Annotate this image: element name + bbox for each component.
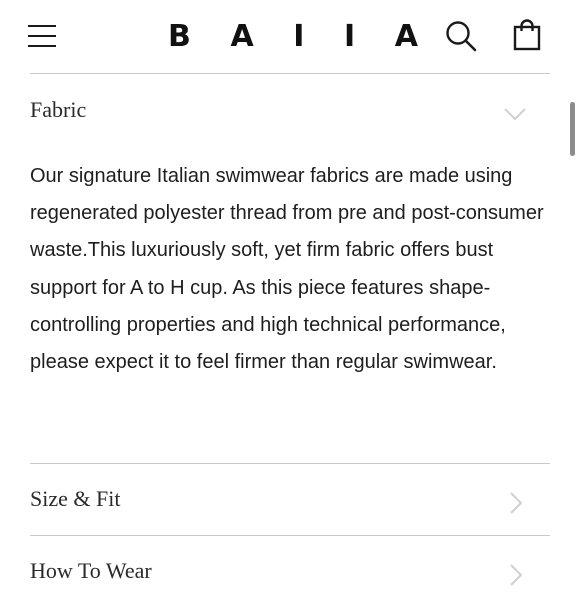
accordion-title-fabric[interactable]: Fabric <box>30 96 86 124</box>
logo-letter: A <box>230 19 254 54</box>
chevron-up-icon[interactable] <box>502 101 528 127</box>
logo-letter: B <box>168 19 191 54</box>
chevron-right-icon[interactable] <box>504 562 530 588</box>
fabric-description: Our signature Italian swimwear fabrics a… <box>30 165 544 374</box>
logo-letter: I <box>344 19 356 54</box>
chevron-right-icon[interactable] <box>504 490 530 516</box>
brand-logo[interactable]: B A I I A <box>168 19 418 55</box>
scrollbar[interactable] <box>570 102 575 156</box>
search-icon[interactable] <box>444 19 478 53</box>
shopping-bag-icon[interactable] <box>510 18 544 52</box>
divider <box>30 535 550 536</box>
logo-letter: A <box>394 19 418 54</box>
divider <box>30 73 550 74</box>
divider <box>30 463 550 464</box>
hamburger-menu-icon[interactable] <box>28 22 58 50</box>
accordion-title-size-fit[interactable]: Size & Fit <box>30 485 120 513</box>
logo-letter: I <box>293 19 305 54</box>
site-header: B A I I A <box>0 0 580 72</box>
accordion-title-how-to-wear[interactable]: How To Wear <box>30 557 152 585</box>
